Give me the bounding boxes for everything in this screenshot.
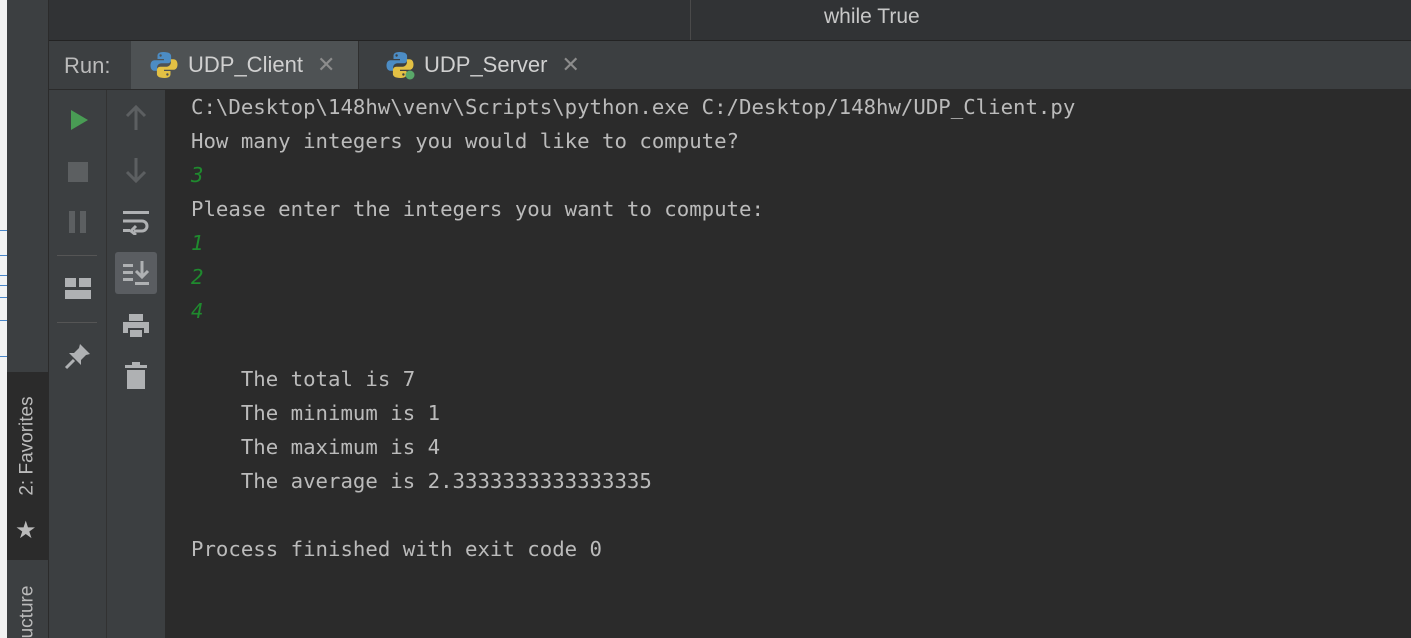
python-running-icon	[385, 50, 415, 80]
star-icon: ★	[15, 516, 37, 544]
console-line: How many integers you would like to comp…	[191, 129, 740, 153]
pin-icon[interactable]	[58, 336, 98, 376]
run-tab-bar: Run: UDP_Client ✕ UDP_Server ✕	[49, 41, 1411, 90]
editor-code-line: while True	[824, 5, 920, 28]
favorites-tab-label: 2: Favorites	[16, 396, 38, 496]
background-window-edge	[0, 0, 7, 638]
trash-icon[interactable]	[116, 356, 156, 396]
console-output[interactable]: C:\Desktop\148hw\venv\Scripts\python.exe…	[166, 90, 1411, 638]
console-input-line: 3	[191, 163, 204, 187]
scroll-to-end-icon[interactable]	[115, 252, 157, 294]
console-input-line: 4	[191, 299, 204, 323]
arrow-up-icon[interactable]	[116, 98, 156, 138]
arrow-down-icon[interactable]	[116, 150, 156, 190]
ide-window: 2: Favorites ★ ucture while True Run: UD…	[0, 0, 1411, 638]
console-line: The maximum is 4	[191, 435, 441, 459]
structure-tool-tab[interactable]: ucture	[7, 566, 48, 638]
console-input-line: 1	[191, 231, 204, 255]
console-toolbar	[107, 90, 166, 638]
close-icon[interactable]: ✕	[317, 52, 335, 78]
tab-udp-server-label: UDP_Server	[424, 52, 548, 77]
tab-udp-client[interactable]: UDP_Client ✕	[131, 41, 359, 89]
tool-window-strip: 2: Favorites ★ ucture	[7, 0, 49, 638]
close-icon[interactable]: ✕	[561, 52, 579, 78]
console-line: Please enter the integers you want to co…	[191, 197, 764, 221]
console-line: The total is 7	[191, 367, 416, 391]
console-line: Process finished with exit code 0	[191, 537, 603, 561]
editor-area: while True	[49, 0, 1411, 41]
layout-icon[interactable]	[58, 269, 98, 309]
run-label: Run:	[64, 53, 111, 78]
run-toolbar	[49, 90, 107, 638]
python-icon	[149, 50, 179, 80]
soft-wrap-icon[interactable]	[116, 202, 156, 242]
console-line: The average is 2.3333333333333335	[191, 469, 652, 493]
console-line: The minimum is 1	[191, 401, 441, 425]
console-line: C:\Desktop\148hw\venv\Scripts\python.exe…	[191, 95, 1076, 119]
tab-udp-server[interactable]: UDP_Server ✕	[365, 41, 585, 89]
console-input-line: 2	[191, 265, 204, 289]
tab-udp-client-label: UDP_Client	[188, 52, 303, 77]
favorites-tool-tab[interactable]: 2: Favorites ★	[7, 372, 48, 560]
stop-icon[interactable]	[58, 152, 98, 192]
pause-icon[interactable]	[58, 202, 98, 242]
print-icon[interactable]	[116, 306, 156, 346]
rerun-icon[interactable]	[58, 100, 98, 140]
structure-tab-label: ucture	[16, 585, 38, 638]
